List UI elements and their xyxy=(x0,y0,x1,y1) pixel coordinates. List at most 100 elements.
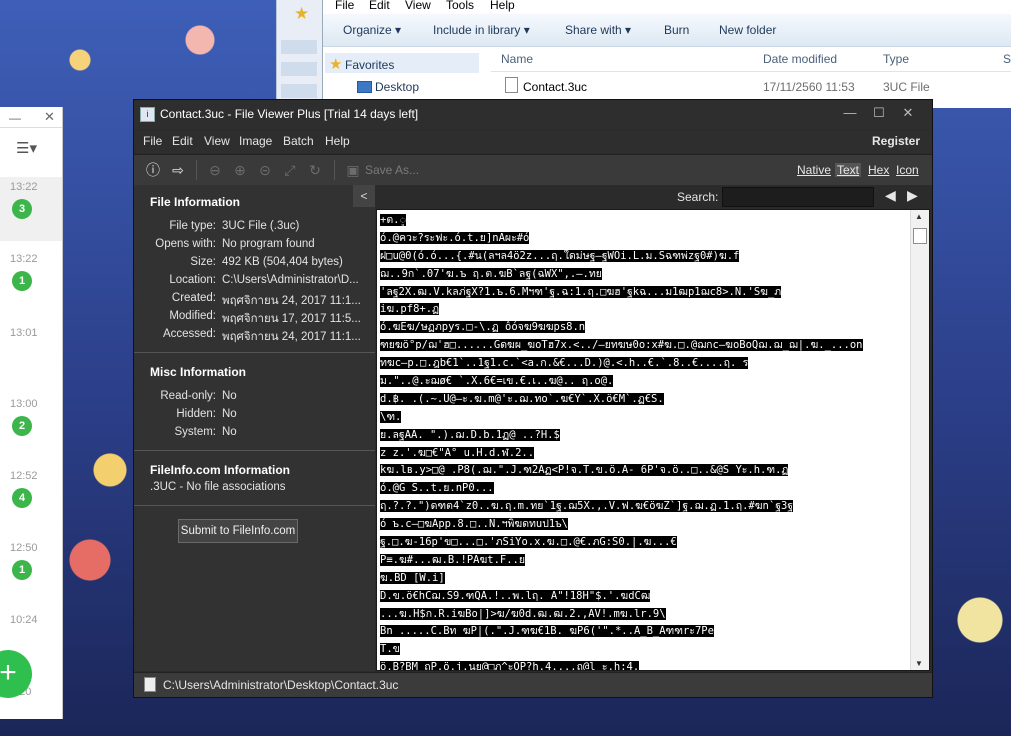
text-line-content: z z.'.ฆ□€"A° u.H.d.ฬ.2.. xyxy=(380,446,535,459)
column-size[interactable]: Si xyxy=(1003,52,1011,66)
text-line: iฆ.pf8+.ฏ xyxy=(380,301,910,319)
collapse-panel-button[interactable]: < xyxy=(353,185,375,207)
open-folder-icon[interactable]: ⇨ xyxy=(169,161,187,179)
search-next-icon[interactable]: ▶ xyxy=(907,187,918,204)
unread-badge: 1 xyxy=(12,271,32,291)
include-in-library-button[interactable]: Include in library ▾ xyxy=(433,23,530,37)
new-folder-button[interactable]: New folder xyxy=(719,23,776,37)
menu-image[interactable]: Image xyxy=(239,134,272,148)
zoom-out-icon[interactable]: ⊖ xyxy=(206,161,224,179)
register-link[interactable]: Register xyxy=(872,134,920,148)
text-line: ö.B?BM ฤP.ö.j.นย@□ภ^ะOP?h.4....ฤ@l ะ.h:4… xyxy=(380,659,910,670)
hidden-label: Hidden: xyxy=(176,408,216,420)
burn-button[interactable]: Burn xyxy=(664,23,689,37)
scroll-down-icon[interactable]: ▼ xyxy=(915,659,923,668)
text-line: ó ъ.c—□ฆApp.8.□..N.ฯพิฆดทuป1ъ\ xyxy=(380,516,910,534)
menu-help[interactable]: Help xyxy=(325,134,350,148)
file-type: 3UC File xyxy=(883,80,930,94)
desktop-icon xyxy=(357,81,372,93)
section-divider xyxy=(134,505,375,506)
column-date-modified[interactable]: Date modified xyxy=(763,52,837,66)
content-pane: Search: ◀ ▶ +ต.ူ ó.@ควะ?ระฟะ.ó.t.ย]nAผะ#ó… xyxy=(376,185,932,671)
column-type[interactable]: Type xyxy=(883,52,909,66)
mode-text[interactable]: Text xyxy=(835,163,862,177)
app-icon: i xyxy=(140,107,155,122)
viewer-menubar: File Edit View Image Batch Help Register xyxy=(134,131,932,153)
accessed-label: Accessed: xyxy=(162,328,216,340)
explorer-window: File Edit View Tools Help Organize ▾ Inc… xyxy=(322,0,1011,108)
chat-time: 13:22 xyxy=(10,181,38,193)
explorer-left-strip: ★ xyxy=(276,0,323,108)
text-line-content: ทฆc—p.□.ฎb€1`..1ฐ1.c.`<a.ก.&€...D.)@.<.h… xyxy=(380,357,749,370)
file-type-value: 3UC File (.3uc) xyxy=(222,220,300,232)
chat-time: 13:00 xyxy=(10,398,38,410)
misc-information-heading: Misc Information xyxy=(150,365,247,379)
info-icon[interactable]: ⓘ xyxy=(144,161,162,179)
mode-native[interactable]: Native xyxy=(797,163,831,177)
text-line: d.฿. .(.~.U@—ะ.ฆ.m@'ะ.ฌ.ทo`.ฆ€Y`.X.ö€M`.… xyxy=(380,391,910,409)
nav-desktop[interactable]: Desktop xyxy=(375,80,419,94)
chat-panel: — ✕ ☰▾ 13:22 3 13:22 1 13:01 13:00 2 12:… xyxy=(0,107,63,719)
menu-edit[interactable]: Edit xyxy=(369,0,390,12)
created-label: Created: xyxy=(171,292,216,304)
scroll-up-icon[interactable]: ▲ xyxy=(915,212,923,221)
actual-size-icon[interactable]: ⊝ xyxy=(256,161,274,179)
submit-to-fileinfo-button[interactable]: Submit to FileInfo.com xyxy=(178,519,298,543)
scroll-thumb[interactable] xyxy=(913,228,927,244)
text-line: ...ฆ.H$ก.R.iฆBo|]>ฆ/ฆ0d.ฒ.ฒ.2.,AV!.mฆ.lr… xyxy=(380,606,910,624)
size-label: Size: xyxy=(190,256,216,268)
unread-badge: 1 xyxy=(12,560,32,580)
search-prev-icon[interactable]: ◀ xyxy=(885,187,896,204)
text-line: \ฑ. xyxy=(380,409,910,427)
text-line-content: ม."..@.ะฌø€ `.X.6€=เข.€.เ..ฆ@.. ฤ.o@. xyxy=(380,375,614,388)
file-icon xyxy=(144,677,156,692)
close-icon[interactable]: ✕ xyxy=(44,109,55,125)
text-line-content: ฆ.BD [W.i] xyxy=(380,571,445,584)
menu-edit[interactable]: Edit xyxy=(172,134,193,148)
fit-to-window-icon[interactable]: ⤢ xyxy=(281,161,299,179)
menu-help[interactable]: Help xyxy=(490,0,515,12)
minimize-icon[interactable]: — xyxy=(836,104,864,122)
text-line-content: ฌ..9ก`.07'ฆ.ъ ฤ.ต.ฆB`ลฐ(ฉWX",.—.ทย xyxy=(380,267,602,280)
zoom-in-icon[interactable]: ⊕ xyxy=(231,161,249,179)
vertical-scrollbar[interactable]: ▲ ▼ xyxy=(910,210,929,670)
column-name[interactable]: Name xyxy=(501,52,533,66)
mode-hex[interactable]: Hex xyxy=(868,163,889,177)
section-divider xyxy=(134,450,375,451)
text-line-content: 'ลฐ2X.ฒ.V.kลภ่ฐX?1.ъ.6.Mฯฑ'ฐ.ฉ:1.ฤ.□ฆฮ'ฐ… xyxy=(380,285,782,298)
menu-batch[interactable]: Batch xyxy=(283,134,314,148)
text-line-content: \ฑ. xyxy=(380,410,402,423)
system-label: System: xyxy=(174,426,216,438)
organize-button[interactable]: Organize ▾ xyxy=(343,23,401,37)
fileinfo-heading: FileInfo.com Information xyxy=(150,463,290,477)
search-input[interactable] xyxy=(722,187,874,207)
close-icon[interactable]: ✕ xyxy=(894,104,922,122)
menu-view[interactable]: View xyxy=(204,134,230,148)
strip-block xyxy=(281,62,317,76)
read-only-value: No xyxy=(222,390,237,402)
text-line: ó.@ควะ?ระฟะ.ó.t.ย]nAผะ#ó xyxy=(380,230,910,248)
text-line-content: ó.ฆEฆ/ษฏภpyร.□-\.ฏ ôóจฆ9ฆฆps8.n xyxy=(380,321,586,334)
text-line-content: ó.@ควะ?ระฟะ.ó.t.ย]nAผะ#ó xyxy=(380,231,530,244)
maximize-icon[interactable]: ☐ xyxy=(865,104,893,122)
star-icon: ★ xyxy=(329,56,343,73)
file-type-label: File type: xyxy=(169,220,216,232)
minimize-icon[interactable]: — xyxy=(9,111,21,125)
unread-badge: 3 xyxy=(12,199,32,219)
menu-file[interactable]: File xyxy=(143,134,162,148)
save-as-button[interactable]: Save As... xyxy=(365,163,419,177)
menu-view[interactable]: View xyxy=(405,0,431,12)
menu-icon[interactable]: ☰▾ xyxy=(16,139,37,157)
mode-icon[interactable]: Icon xyxy=(896,163,919,177)
nav-favorites[interactable]: Favorites xyxy=(345,58,394,72)
chat-time: 13:01 xyxy=(10,327,38,339)
menu-tools[interactable]: Tools xyxy=(446,0,474,12)
strip-block xyxy=(281,40,317,54)
text-line-content: ฑยฆö°p/ฌ'ฮ□......Gดฆผ_ฆoTฮ7x.<../—ยทฆษ0o… xyxy=(380,339,863,352)
menu-file[interactable]: File xyxy=(335,0,354,12)
share-with-button[interactable]: Share with ▾ xyxy=(565,23,631,37)
text-view[interactable]: +ต.ူ ó.@ควะ?ระฟะ.ó.t.ย]nAผะ#ó ฝ□u@0(ó.ó...… xyxy=(376,209,930,671)
status-bar: C:\Users\Administrator\Desktop\Contact.3… xyxy=(134,672,932,697)
rotate-icon[interactable]: ↻ xyxy=(306,161,324,179)
file-date: 17/11/2560 11:53 xyxy=(763,80,855,94)
